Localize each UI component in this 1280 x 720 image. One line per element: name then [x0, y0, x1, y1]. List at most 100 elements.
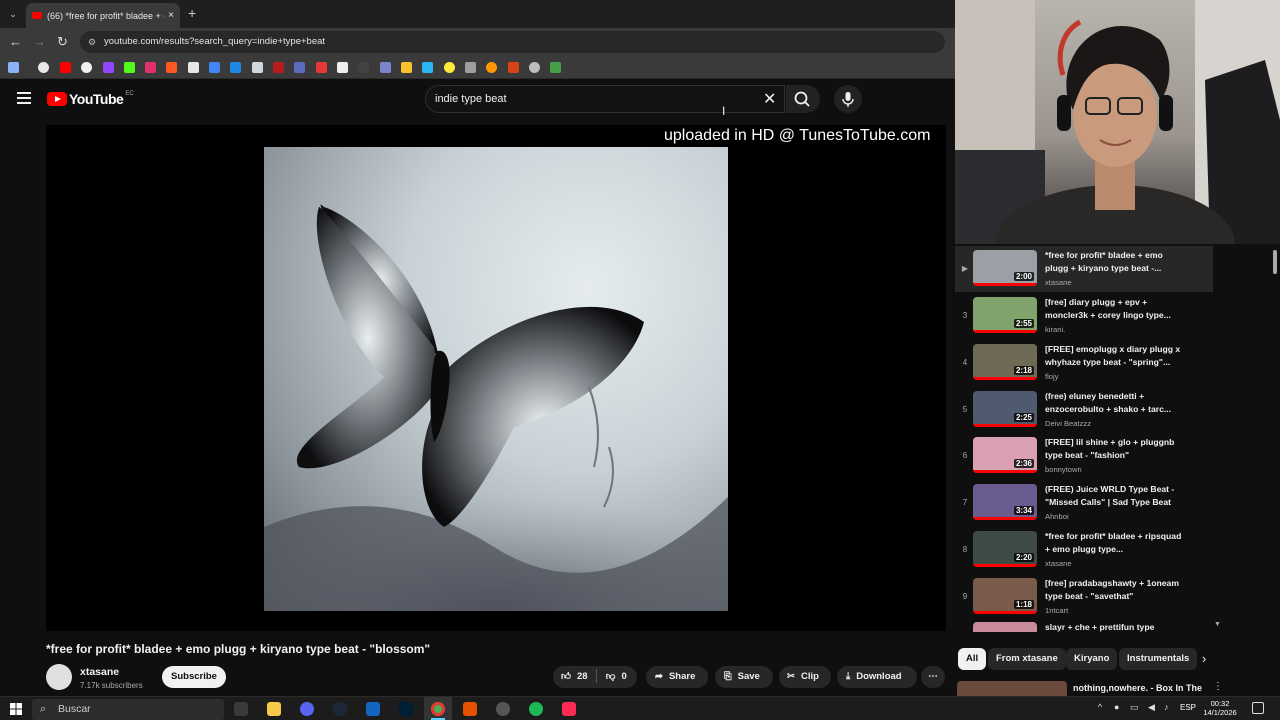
chips-next-chevron-icon[interactable]: › [1202, 651, 1206, 666]
playlist-item[interactable]: 8 2:20 *free for profit* bladee + ripsquad… [955, 527, 1215, 573]
chrome-icon[interactable] [431, 702, 445, 716]
vegas-icon[interactable] [366, 702, 380, 716]
bookmark-icon[interactable] [166, 62, 177, 73]
clock-time: 00:32 [1210, 699, 1230, 708]
back-arrow-icon[interactable]: ← [9, 34, 22, 49]
bookmark-x-icon[interactable] [188, 62, 199, 73]
bookmark-icon[interactable] [486, 62, 497, 73]
bookmark-icon[interactable] [316, 62, 327, 73]
search-input[interactable]: indie type beat [425, 85, 785, 113]
playlist-item-title: *free for profit* bladee + ripsquad + em… [1045, 531, 1182, 554]
menu-hamburger-icon[interactable] [17, 92, 31, 104]
taskbar-search-input[interactable]: ⌕ Buscar [32, 699, 224, 720]
more-actions-button[interactable]: ⋯ [921, 666, 945, 688]
playlist-item[interactable]: 5 2:25 (free) eluney benedetti + enzocerob… [955, 387, 1215, 433]
bookmark-google-icon[interactable] [38, 62, 49, 73]
reload-icon[interactable]: ↻ [57, 34, 68, 50]
scrollbar-thumb[interactable] [1273, 250, 1277, 274]
spotify-icon[interactable] [529, 702, 543, 716]
tray-sound-icon[interactable]: ♪ [1164, 702, 1169, 712]
search-icon: ⌕ [40, 703, 47, 715]
watched-progress-bar [973, 564, 1037, 567]
tray-volume-icon[interactable]: ◀ [1148, 702, 1155, 713]
dislike-button[interactable]: 👎︎ 0 [606, 671, 627, 682]
bookmark-youtube-icon[interactable] [60, 62, 71, 73]
search-button[interactable] [786, 85, 820, 113]
bookmark-sheets-icon[interactable] [550, 62, 561, 73]
tray-network-icon[interactable]: ▭ [1130, 702, 1139, 713]
bookmark-icon[interactable] [380, 62, 391, 73]
channel-name[interactable]: xtasane [80, 666, 119, 678]
apps-grid-icon[interactable] [8, 62, 19, 73]
taskbar-clock[interactable]: 00:32 14/1/2026 [1200, 699, 1240, 717]
chip-kiryano[interactable]: Kiryano [1066, 648, 1118, 670]
bookmark-icon[interactable] [444, 62, 455, 73]
bookmark-icon[interactable] [401, 62, 412, 73]
playlist-item-title: slayr + che + prettifun type [1045, 622, 1155, 632]
subscribe-button[interactable]: Subscribe [162, 666, 226, 688]
tray-overflow-icon[interactable]: ^ [1098, 702, 1102, 712]
bookmark-icon[interactable] [465, 62, 476, 73]
playlist-item[interactable]: 3 2:55 [free] diary plugg + epv + moncler3… [955, 293, 1215, 339]
video-player[interactable]: uploaded in HD @ TunesToTube.com [46, 125, 946, 631]
playlist-item[interactable]: 6 2:36 [FREE] lil shine + glo + pluggnb ty… [955, 433, 1215, 479]
photoshop-icon[interactable] [399, 702, 413, 716]
forward-arrow-icon[interactable]: → [33, 34, 46, 49]
save-button[interactable]: ⎘ Save [715, 666, 773, 688]
share-button[interactable]: ➦ Share [646, 666, 708, 688]
windows-start-icon[interactable] [10, 703, 22, 715]
browser-tab[interactable]: (66) *free for profit* bladee + e × [26, 3, 180, 28]
playlist-item[interactable]: 9 1:18 [free] pradabagshawty + 1oneam type… [955, 574, 1215, 620]
bookmark-icon[interactable] [294, 62, 305, 73]
bookmark-icon[interactable] [422, 62, 433, 73]
bookmark-icon[interactable] [252, 62, 263, 73]
like-button[interactable]: 👍︎ 28 [561, 671, 588, 682]
site-info-icon[interactable]: ⚙ [88, 31, 96, 53]
clip-button[interactable]: ✂ Clip [779, 666, 831, 688]
steam-icon[interactable] [333, 702, 347, 716]
discord-icon[interactable] [300, 702, 314, 716]
bookmark-icon[interactable] [230, 62, 241, 73]
task-view-icon[interactable] [234, 702, 248, 716]
playlist-item[interactable]: 4 2:18 [FREE] emoplugg x diary plugg x why… [955, 340, 1215, 386]
tab-close-icon[interactable]: × [168, 10, 174, 21]
bookmark-instagram-icon[interactable] [145, 62, 156, 73]
file-explorer-icon[interactable] [267, 702, 281, 716]
new-tab-button[interactable]: + [188, 5, 196, 21]
playlist-item-duration: 2:25 [1013, 413, 1034, 422]
bookmark-twitch-icon[interactable] [103, 62, 114, 73]
youtube-logo[interactable]: YouTube EC [47, 91, 134, 107]
tray-mic-icon[interactable]: ● [1114, 702, 1119, 712]
bookmark-icon[interactable] [273, 62, 284, 73]
bookmark-icon[interactable] [81, 62, 92, 73]
notifications-icon[interactable] [1252, 702, 1264, 714]
bookmark-icon[interactable] [508, 62, 519, 73]
playlist-scrollbar[interactable] [1270, 244, 1280, 632]
playlist-item[interactable]: slayr + che + prettifun type [955, 618, 1215, 632]
scroll-down-arrow-icon[interactable]: ▼ [1214, 621, 1221, 628]
bookmark-notion-icon[interactable] [337, 62, 348, 73]
chip-from-channel[interactable]: From xtasane [988, 648, 1066, 670]
playlist-item-channel: xtasane [1045, 278, 1072, 287]
bookmark-kick-icon[interactable] [124, 62, 135, 73]
recommended-video[interactable]: nothing,nowhere. - Box In The ⋮ [955, 681, 1280, 697]
chip-all[interactable]: All [958, 648, 987, 670]
voice-search-button[interactable] [834, 85, 862, 113]
bookmark-icon[interactable] [529, 62, 540, 73]
clear-search-icon[interactable]: ✕ [763, 89, 776, 109]
tiktok-icon[interactable] [562, 702, 576, 716]
recommended-more-icon[interactable]: ⋮ [1213, 681, 1223, 692]
bookmark-icon[interactable] [358, 62, 369, 73]
tab-list-chevron-icon[interactable]: ⌄ [5, 6, 21, 22]
playlist-item[interactable]: 7 3:34 (FREE) Juice WRLD Type Beat - "Miss… [955, 480, 1215, 526]
app-icon[interactable] [496, 702, 510, 716]
app-icon[interactable] [463, 702, 477, 716]
download-button[interactable]: ⤓ Download [837, 666, 917, 688]
address-bar[interactable]: ⚙ youtube.com/results?search_query=indie… [80, 31, 945, 53]
language-indicator[interactable]: ESP [1180, 703, 1196, 712]
bookmark-translate-icon[interactable] [209, 62, 220, 73]
channel-avatar[interactable] [46, 664, 72, 690]
chip-instrumentals[interactable]: Instrumentals [1119, 648, 1198, 670]
text-cursor-icon: I [722, 104, 726, 118]
playlist-item[interactable]: ▶ 2:00 *free for profit* bladee + emo plug… [955, 246, 1213, 292]
